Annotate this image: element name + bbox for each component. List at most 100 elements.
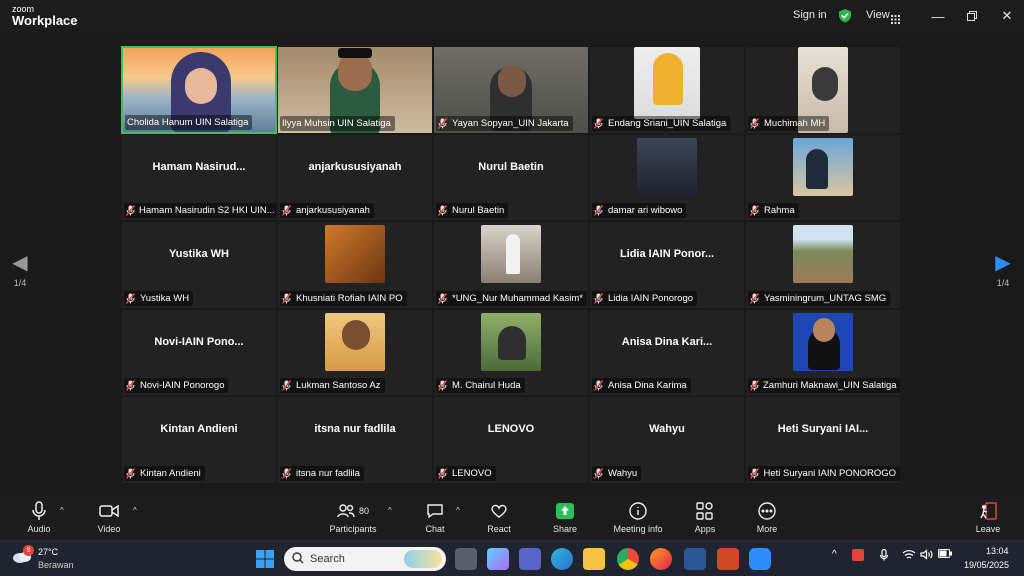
grid-view-icon[interactable]	[891, 11, 900, 29]
minimize-icon[interactable]: —	[928, 6, 948, 26]
participant-name-label: Yasminingrum_UNTAG SMG	[748, 290, 891, 306]
mic-muted-icon	[438, 467, 448, 479]
word-icon[interactable]	[684, 548, 706, 570]
share-button[interactable]: Share	[550, 500, 580, 534]
task-view-icon[interactable]	[455, 548, 477, 570]
participant-tile[interactable]: Nurul Baetin Nurul Baetin	[433, 133, 589, 221]
wifi-icon[interactable]	[902, 549, 916, 563]
tray-microphone-icon[interactable]	[879, 548, 889, 564]
more-button[interactable]: More	[752, 500, 782, 534]
participant-tile[interactable]: Lukman Santoso Az	[277, 308, 433, 396]
participant-tile[interactable]: Wahyu Wahyu	[589, 396, 745, 484]
page-indicator-left: 1/4	[13, 278, 27, 288]
participant-tile[interactable]: Rahma	[745, 133, 901, 221]
participant-tile[interactable]: Novi-IAIN Pono... Novi-IAIN Ponorogo	[121, 308, 277, 396]
participant-display-name: Wahyu	[649, 423, 685, 435]
participant-tile[interactable]: M. Chairul Huda	[433, 308, 589, 396]
participant-name-label: Yayan Sopyan_UIN Jakarta	[436, 115, 573, 131]
react-button[interactable]: React	[484, 500, 514, 534]
participant-tile[interactable]: itsna nur fadlila itsna nur fadlila	[277, 396, 433, 484]
meeting-controls: Audio ^ Video ^ 80 Participants ^ Chat ^…	[0, 496, 1024, 540]
mic-muted-icon	[126, 467, 136, 479]
participants-button[interactable]: 80 Participants	[327, 500, 379, 534]
title-bar: zoom Workplace Sign in View — ✕	[0, 0, 1024, 32]
participant-figure	[806, 148, 828, 189]
participant-tile[interactable]: Zamhuri Maknawi_UIN Salatiga	[745, 308, 901, 396]
chrome-icon[interactable]	[617, 548, 639, 570]
clock-time[interactable]: 13:04	[986, 546, 1009, 556]
file-explorer-icon[interactable]	[583, 548, 605, 570]
audio-options-caret-icon[interactable]: ^	[60, 506, 64, 515]
prev-page-button[interactable]: ◀ 1/4	[5, 252, 35, 288]
close-icon[interactable]: ✕	[997, 6, 1017, 26]
meeting-info-label: Meeting info	[613, 524, 663, 534]
windows-taskbar: 9 27°C Berawan Search ^ 13:04 19/05/2025	[0, 540, 1024, 576]
participant-name-label: Wahyu	[592, 465, 642, 481]
clock-date[interactable]: 19/05/2025	[964, 560, 1009, 570]
shield-check-icon[interactable]	[838, 8, 852, 28]
chat-options-caret-icon[interactable]: ^	[456, 506, 460, 515]
participant-tile[interactable]: Yasminingrum_UNTAG SMG	[745, 221, 901, 309]
powerpoint-icon[interactable]	[717, 548, 739, 570]
leave-button[interactable]: Leave	[972, 500, 1004, 534]
participant-name-label: LENOVO	[436, 465, 496, 481]
participant-tile[interactable]: Ilyya Muhsin UIN Salatiga	[277, 46, 433, 134]
copilot-icon[interactable]	[487, 548, 509, 570]
video-options-caret-icon[interactable]: ^	[133, 506, 137, 515]
participant-name-label: Lidia IAIN Ponorogo	[592, 290, 698, 306]
leave-icon	[972, 500, 1004, 522]
people-icon: 80	[327, 500, 379, 522]
taskbar-search-input[interactable]: Search	[284, 547, 446, 571]
participant-tile[interactable]: Yustika WH Yustika WH	[121, 221, 277, 309]
participant-tile[interactable]: Cholida Hanum UIN Salatiga	[121, 46, 277, 134]
firefox-icon[interactable]	[650, 548, 672, 570]
participant-tile[interactable]: Anisa Dina Kari... Anisa Dina Karima	[589, 308, 745, 396]
participant-name-label: Zamhuri Maknawi_UIN Salatiga	[748, 378, 900, 393]
participants-options-caret-icon[interactable]: ^	[388, 506, 392, 515]
participant-tile[interactable]: damar ari wibowo	[589, 133, 745, 221]
participant-face	[813, 317, 835, 342]
zoom-app-icon[interactable]	[749, 548, 771, 570]
video-feed	[637, 137, 697, 196]
more-icon	[752, 500, 782, 522]
participant-tile[interactable]: Muchimah MH	[745, 46, 901, 134]
meeting-info-button[interactable]: Meeting info	[612, 500, 664, 534]
chevron-left-icon: ◀	[12, 252, 28, 274]
mic-muted-icon	[438, 117, 448, 129]
tray-overflow-chevron-icon[interactable]: ^	[832, 549, 837, 560]
sign-in-button[interactable]: Sign in	[793, 9, 827, 21]
participant-tile[interactable]: Khusniati Rofiah IAIN PO	[277, 221, 433, 309]
participant-name-label: Endang Sriani_UIN Salatiga	[592, 115, 731, 131]
apps-button[interactable]: Apps	[690, 500, 720, 534]
participant-tile[interactable]: Endang Sriani_UIN Salatiga	[589, 46, 745, 134]
participant-tile[interactable]: *UNG_Nur Muhammad Kasim*	[433, 221, 589, 309]
tray-app-icon[interactable]	[852, 549, 864, 561]
participant-tile[interactable]: LENOVO LENOVO	[433, 396, 589, 484]
restore-icon[interactable]	[962, 6, 982, 26]
battery-icon[interactable]	[938, 549, 952, 561]
participant-face	[342, 319, 370, 350]
participant-tile[interactable]: Lidia IAIN Ponor... Lidia IAIN Ponorogo	[589, 221, 745, 309]
participant-name-label: Hamam Nasirudin S2 HKI UIN...	[124, 203, 276, 218]
share-screen-icon	[550, 500, 580, 522]
participant-name-label: *UNG_Nur Muhammad Kasim*	[436, 290, 587, 306]
participant-tile[interactable]: Hamam Nasirud... Hamam Nasirudin S2 HKI …	[121, 133, 277, 221]
participant-tile[interactable]: Kintan Andieni Kintan Andieni	[121, 396, 277, 484]
participant-tile[interactable]: anjarkususiyanah anjarkususiyanah	[277, 133, 433, 221]
participant-name-label: Muchimah MH	[748, 115, 830, 131]
participant-tile[interactable]: Heti Suryani IAI... Heti Suryani IAIN PO…	[745, 396, 901, 484]
participant-name-label: M. Chairul Huda	[436, 378, 525, 393]
share-label: Share	[552, 524, 578, 534]
participant-tile[interactable]: Yayan Sopyan_UIN Jakarta	[433, 46, 589, 134]
video-button[interactable]: Video	[92, 500, 126, 534]
next-page-button[interactable]: ▶ 1/4	[988, 252, 1018, 288]
edge-icon[interactable]	[551, 548, 573, 570]
view-button[interactable]: View	[866, 9, 890, 21]
teams-icon[interactable]	[519, 548, 541, 570]
mic-muted-icon	[594, 467, 604, 479]
windows-start-icon[interactable]	[254, 548, 276, 570]
mic-muted-icon	[750, 380, 759, 391]
chat-button[interactable]: Chat	[420, 500, 450, 534]
volume-icon[interactable]	[920, 549, 933, 563]
audio-button[interactable]: Audio	[22, 500, 56, 534]
